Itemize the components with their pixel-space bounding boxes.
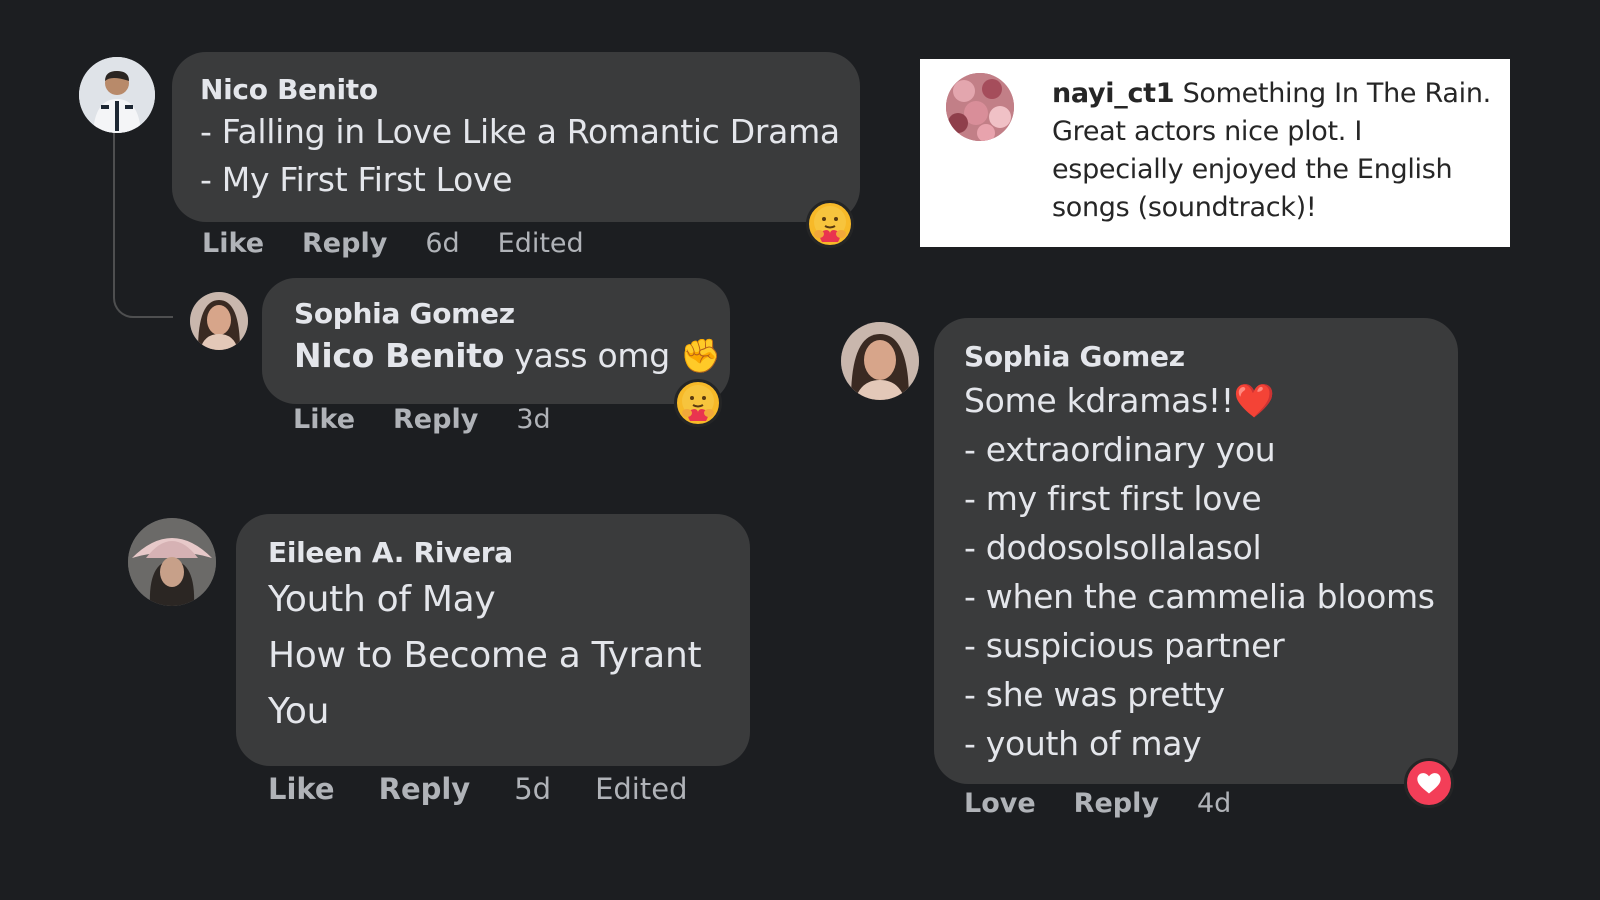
comment-actions: Like Reply 3d [293, 404, 551, 435]
like-button[interactable]: Like [293, 404, 355, 435]
edited-label[interactable]: Edited [595, 772, 687, 806]
mention-link[interactable]: Nico Benito [294, 336, 504, 375]
comment-actions: Like Reply 5d Edited [268, 772, 688, 806]
thread-connector [113, 132, 173, 318]
comment-line: - My First First Love [200, 160, 513, 199]
avatar-eileen-rivera[interactable] [128, 518, 216, 606]
comment-line: How to Become a Tyrant [268, 635, 702, 676]
comment-line: - suspicious partner [964, 626, 1285, 665]
comment-line: You [268, 691, 330, 732]
timestamp[interactable]: 3d [516, 404, 550, 435]
avatar-nico-benito[interactable] [79, 57, 155, 133]
instagram-comment-card: nayi_ct1 Something In The Rain. Great ac… [920, 59, 1510, 247]
like-button[interactable]: Like [268, 772, 335, 806]
comment-line: Youth of May [268, 579, 496, 620]
comment-author[interactable]: Eileen A. Rivera [268, 534, 750, 572]
comment-line: - youth of may [964, 724, 1202, 763]
comment-line: - when the cammelia blooms [964, 577, 1435, 616]
care-emoji[interactable] [674, 379, 722, 427]
reply-button[interactable]: Reply [1074, 788, 1159, 819]
comment-line: Nico Benito yass omg ✊ [294, 332, 730, 380]
comment-bubble-eileen-rivera: Eileen A. Rivera Youth of May How to Bec… [236, 514, 750, 766]
reply-button[interactable]: Reply [393, 404, 478, 435]
comment-actions: Like Reply 6d Edited [202, 228, 584, 259]
timestamp[interactable]: 5d [514, 772, 551, 806]
avatar-sophia-gomez[interactable] [190, 292, 248, 350]
comment-bubble-sophia-gomez: Sophia Gomez Some kdramas!!❤️ - extraord… [934, 318, 1458, 784]
comment-line: - Falling in Love Like a Romantic Drama [200, 112, 840, 151]
instagram-comment-text: nayi_ct1 Something In The Rain. Great ac… [1052, 75, 1492, 227]
timestamp[interactable]: 4d [1197, 788, 1231, 819]
timestamp[interactable]: 6d [425, 228, 459, 259]
comment-line: - extraordinary you [964, 430, 1276, 469]
reply-button[interactable]: Reply [302, 228, 387, 259]
instagram-username[interactable]: nayi_ct1 [1052, 78, 1175, 109]
like-button[interactable]: Like [202, 228, 264, 259]
comment-text: yass omg ✊ [514, 336, 721, 375]
comment-bubble-sophia-reply: Sophia Gomez Nico Benito yass omg ✊ [262, 278, 730, 404]
comment-author[interactable]: Sophia Gomez [294, 296, 730, 332]
edited-label[interactable]: Edited [498, 228, 584, 259]
avatar-nayi-ct1[interactable] [946, 73, 1014, 141]
comment-line: - she was pretty [964, 675, 1225, 714]
comment-author[interactable]: Nico Benito [200, 72, 860, 108]
care-emoji[interactable] [806, 200, 854, 248]
reply-button[interactable]: Reply [379, 772, 471, 806]
comment-line: - dodosolsollalasol [964, 528, 1262, 567]
comment-line: Some kdramas!!❤️ [964, 381, 1275, 420]
comment-line: - my first first love [964, 479, 1262, 518]
comment-actions: Love Reply 4d [964, 788, 1231, 819]
comment-author[interactable]: Sophia Gomez [964, 338, 1458, 376]
comment-bubble-nico-benito: Nico Benito - Falling in Love Like a Rom… [172, 52, 860, 222]
avatar-sophia-gomez[interactable] [841, 322, 919, 400]
heart-icon[interactable] [1404, 758, 1454, 808]
love-button[interactable]: Love [964, 788, 1036, 819]
